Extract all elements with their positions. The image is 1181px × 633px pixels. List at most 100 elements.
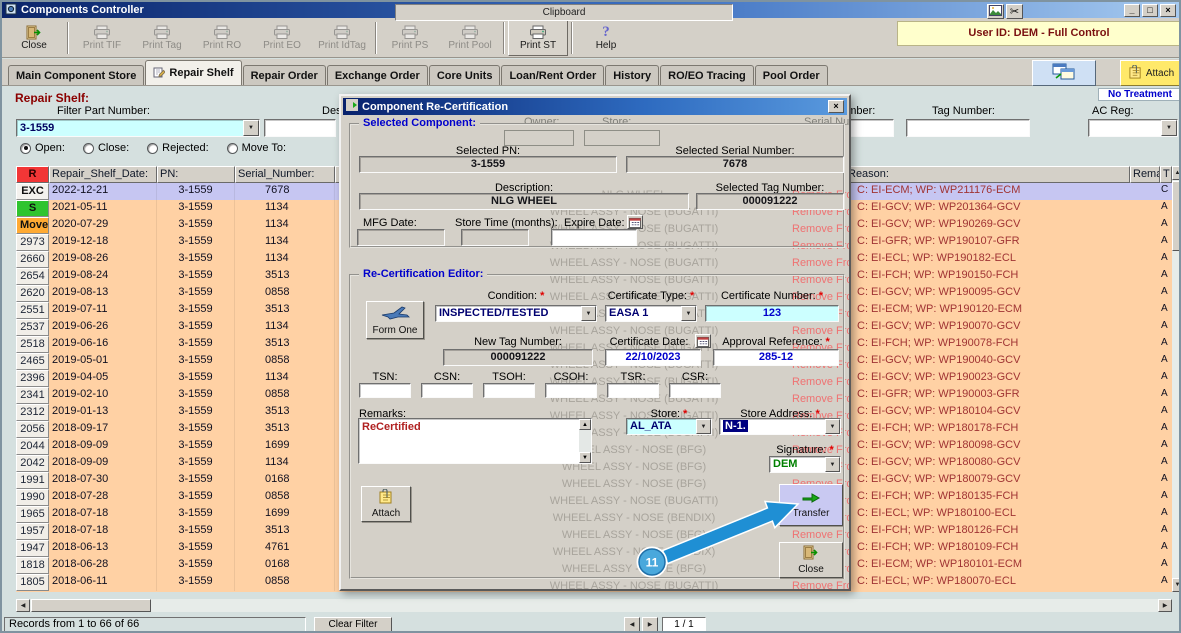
column-header[interactable]: Remarks: xyxy=(1130,166,1160,183)
horizontal-scroll-thumb[interactable] xyxy=(31,599,151,612)
toolbar-button-print-ps[interactable]: Print PS xyxy=(380,20,440,56)
tsn-input[interactable] xyxy=(359,383,411,398)
column-header[interactable]: Repair_Shelf_Date: xyxy=(49,166,157,183)
status-radio-group: Open: Close: Rejected: Move To: xyxy=(20,142,286,154)
filter-tag-number-input[interactable] xyxy=(906,119,1030,137)
radio-open[interactable]: Open: xyxy=(20,142,65,154)
certificate-number-input[interactable]: 123 xyxy=(705,305,839,322)
horizontal-scrollbar[interactable] xyxy=(16,599,1172,612)
export-button[interactable] xyxy=(1032,60,1096,86)
column-header[interactable]: R xyxy=(16,166,49,183)
attach-button-top[interactable]: Attach xyxy=(1120,60,1179,86)
previous-page-button[interactable]: ◀ xyxy=(624,617,640,631)
row-badge: 2465 xyxy=(16,353,49,370)
close-window-icon[interactable]: × xyxy=(1160,3,1176,17)
tab-repair-order[interactable]: Repair Order xyxy=(242,65,326,85)
chevron-down-icon[interactable]: ▼ xyxy=(1161,120,1177,136)
chevron-down-icon[interactable]: ▼ xyxy=(696,419,711,434)
cell-repair-shelf-date: 2019-04-05 xyxy=(49,370,157,387)
transfer-button[interactable]: Transfer xyxy=(779,484,843,526)
radio-circle[interactable] xyxy=(147,142,159,154)
toolbar-button-print-eo[interactable]: Print EO xyxy=(252,20,312,56)
column-header[interactable]: Reason: xyxy=(845,166,1130,183)
csr-input[interactable] xyxy=(669,383,721,398)
scroll-right-icon[interactable]: ▶ xyxy=(1158,599,1172,612)
expire-date-calendar-icon[interactable] xyxy=(627,215,643,229)
tsr-input[interactable] xyxy=(607,383,659,398)
tsoh-input[interactable] xyxy=(483,383,535,398)
radio-rejected[interactable]: Rejected: xyxy=(147,142,209,154)
maximize-icon[interactable]: □ xyxy=(1142,3,1158,17)
row-badge: 1805 xyxy=(16,574,49,591)
tab-loan-rent-order[interactable]: Loan/Rent Order xyxy=(501,65,605,85)
radio-circle[interactable] xyxy=(20,142,31,154)
chevron-down-icon[interactable]: ▼ xyxy=(825,457,840,472)
image-tool-button[interactable] xyxy=(987,4,1004,19)
chevron-down-icon[interactable]: ▼ xyxy=(581,306,596,321)
toolbar-button-print-idtag[interactable]: Print IdTag xyxy=(312,20,372,56)
tab-label: Main Component Store xyxy=(16,69,137,82)
toolbar-button-print-pool[interactable]: Print Pool xyxy=(440,20,500,56)
filter-part-number-select[interactable]: 3-1559 ▼ xyxy=(16,119,260,137)
store-select[interactable]: AL_ATA ▼ xyxy=(626,418,712,435)
next-page-button[interactable]: ▶ xyxy=(642,617,658,631)
expire-date-field[interactable] xyxy=(551,229,637,246)
scroll-left-icon[interactable]: ◀ xyxy=(16,599,30,612)
chevron-down-icon[interactable]: ▼ xyxy=(681,306,696,321)
filter-description-input[interactable] xyxy=(264,119,336,137)
signature-select[interactable]: DEM ▼ xyxy=(769,456,841,473)
cell-t: A xyxy=(1161,218,1168,229)
radio-circle[interactable] xyxy=(82,142,94,154)
toolbar-button-print-ro[interactable]: Print RO xyxy=(192,20,252,56)
scroll-down-icon[interactable]: ▼ xyxy=(1172,578,1179,592)
cell-t: A xyxy=(1161,490,1168,501)
column-header[interactable]: PN: xyxy=(157,166,235,183)
approval-reference-input[interactable]: 285-12 xyxy=(713,349,839,366)
minimize-icon[interactable]: _ xyxy=(1124,3,1140,17)
filter-ac-reg-select[interactable]: ▼ xyxy=(1088,119,1178,137)
chevron-down-icon[interactable]: ▼ xyxy=(243,120,259,136)
toolbar-button-close[interactable]: Close xyxy=(4,20,64,56)
cell-repair-shelf-date: 2019-06-26 xyxy=(49,319,157,336)
toolbar-button-print-st[interactable]: Print ST xyxy=(508,19,568,56)
tab-history[interactable]: History xyxy=(605,65,660,85)
scroll-down-icon[interactable]: ▼ xyxy=(579,452,591,463)
certificate-type-select[interactable]: EASA 1 ▼ xyxy=(605,305,697,322)
chevron-down-icon[interactable]: ▼ xyxy=(825,419,840,434)
remarks-value: ReCertified xyxy=(362,421,421,433)
certificate-date-calendar-icon[interactable] xyxy=(695,334,711,348)
column-header[interactable]: Serial_Number: xyxy=(235,166,335,183)
tab-core-units[interactable]: Core Units xyxy=(428,65,501,85)
radio-circle[interactable] xyxy=(226,142,238,154)
csn-input[interactable] xyxy=(421,383,473,398)
radio-close[interactable]: Close: xyxy=(82,142,129,154)
remarks-textarea[interactable]: ReCertified ▲ ▼ xyxy=(358,418,592,464)
radio-move-to[interactable]: Move To: xyxy=(226,142,286,154)
dialog-titlebar[interactable]: Component Re-Certification × xyxy=(343,98,847,115)
scroll-up-icon[interactable]: ▲ xyxy=(1172,166,1179,180)
csoh-input[interactable] xyxy=(545,383,597,398)
dialog-close-icon[interactable]: × xyxy=(828,100,844,113)
vertical-scroll-thumb[interactable] xyxy=(1172,181,1179,251)
scroll-up-icon[interactable]: ▲ xyxy=(579,419,591,430)
toolbar-button-print-tif[interactable]: Print TIF xyxy=(72,20,132,56)
clear-filter-button[interactable]: Clear Filter xyxy=(314,617,392,631)
dialog-close-button[interactable]: Close xyxy=(779,542,843,578)
toolbar-button-help[interactable]: ? Help xyxy=(576,20,636,56)
store-address-select[interactable]: N-1. ▼ xyxy=(719,418,841,435)
form-one-button[interactable]: Form One xyxy=(366,301,424,339)
tab-exchange-order[interactable]: Exchange Order xyxy=(326,65,428,85)
tab-main-component-store[interactable]: Main Component Store xyxy=(8,65,145,85)
condition-select[interactable]: INSPECTED/TESTED ▼ xyxy=(435,305,597,322)
cut-tool-button[interactable]: ✂ xyxy=(1006,4,1023,19)
tab-pool-order[interactable]: Pool Order xyxy=(754,65,828,85)
textarea-scrollbar[interactable]: ▲ ▼ xyxy=(579,419,591,463)
attach-button[interactable]: Attach xyxy=(361,486,411,522)
certificate-date-input[interactable]: 22/10/2023 xyxy=(605,349,701,366)
printer-icon xyxy=(213,24,231,40)
cell-repair-shelf-date: 2018-09-17 xyxy=(49,421,157,438)
toolbar-button-print-tag[interactable]: Print Tag xyxy=(132,20,192,56)
tab-ro-eo-tracing[interactable]: RO/EO Tracing xyxy=(660,65,754,85)
tab-repair-shelf[interactable]: Repair Shelf xyxy=(145,60,242,85)
column-header[interactable]: T xyxy=(1160,166,1172,183)
